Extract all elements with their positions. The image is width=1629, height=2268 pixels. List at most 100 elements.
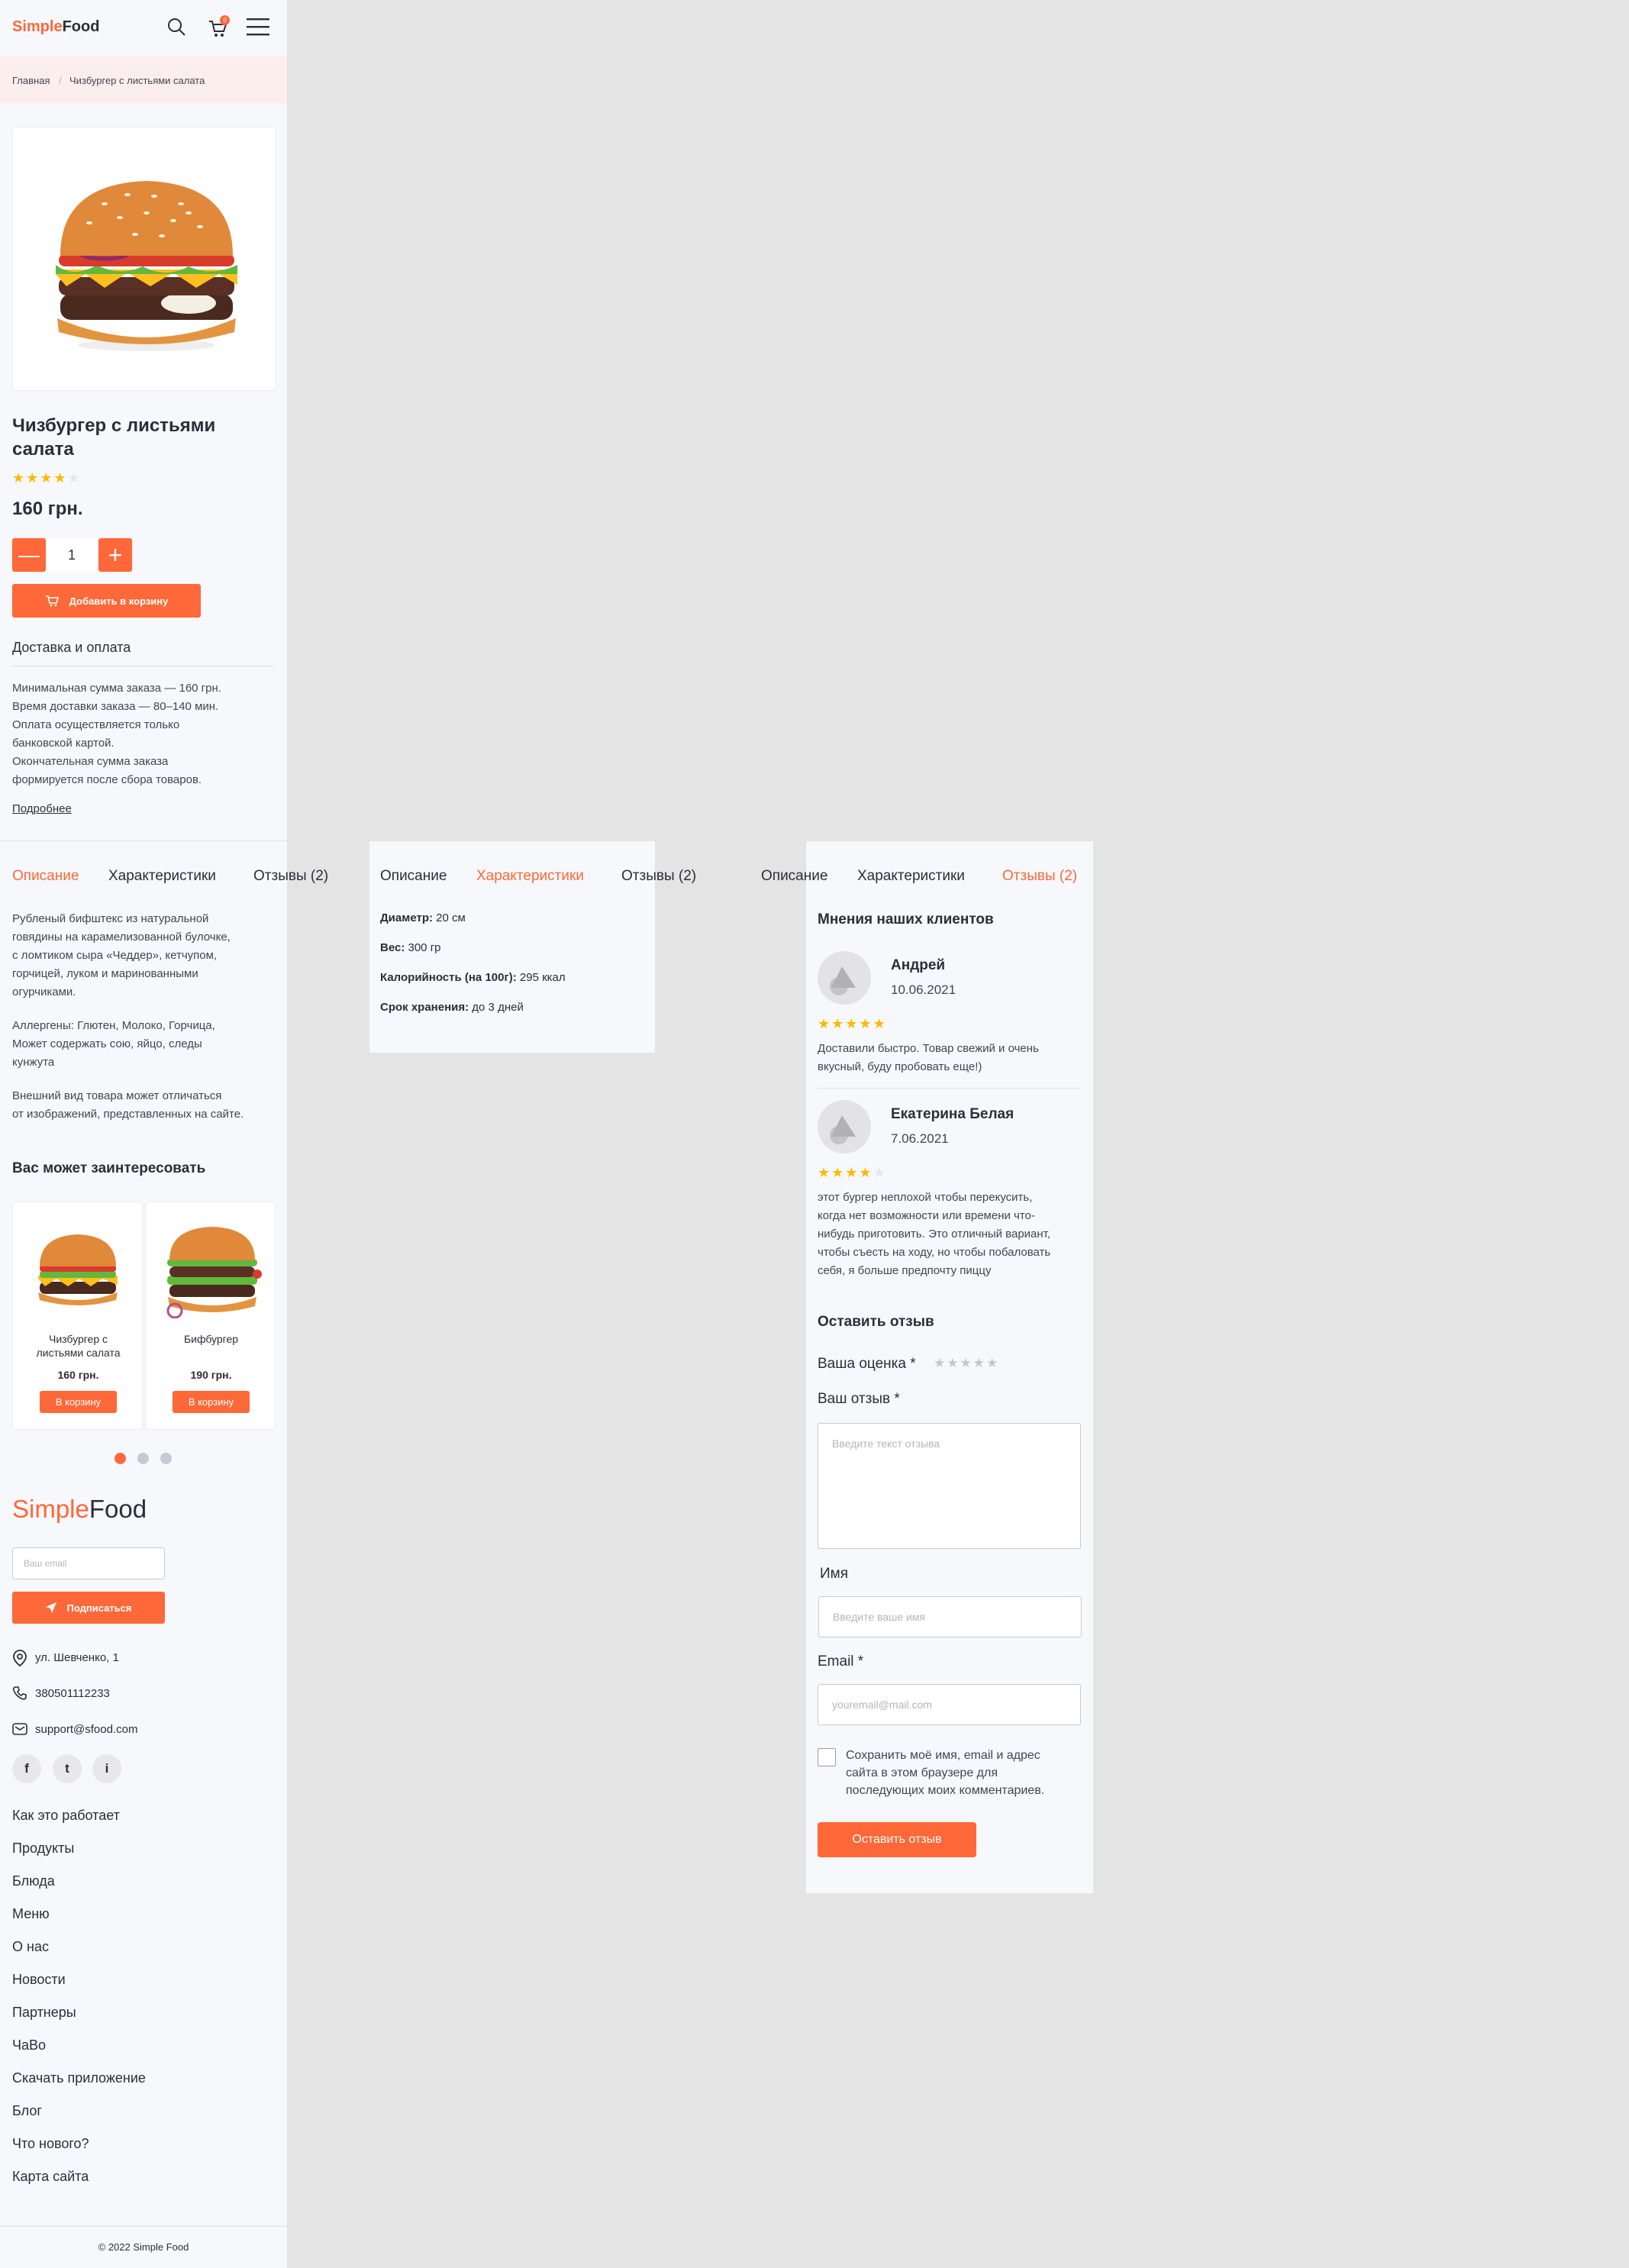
carousel-dot[interactable] — [137, 1453, 149, 1464]
footer-menu-item[interactable]: Продукты — [12, 1841, 74, 1857]
star-empty-icon[interactable]: ★ — [947, 1357, 958, 1370]
footer-menu-item[interactable]: Как это работает — [12, 1808, 120, 1824]
product-page-mobile: SimpleFood 0 Главная / Чизбургер с листь… — [0, 0, 328, 2268]
avatar-placeholder-icon — [830, 966, 856, 995]
review-textarea[interactable]: Введите текст отзыва — [818, 1423, 1081, 1549]
star-empty-icon[interactable]: ★ — [986, 1357, 998, 1370]
name-input[interactable]: Введите ваше имя — [818, 1596, 1082, 1637]
star-empty-icon[interactable]: ★ — [960, 1357, 972, 1370]
quantity-input[interactable]: 1 — [46, 538, 98, 572]
description-line: Аллергены: Глютен, Молоко, Горчица, — [12, 1019, 215, 1032]
related-heading: Вас может заинтересовать — [12, 1160, 206, 1176]
star-empty-icon: ★ — [67, 470, 80, 486]
review-date: 7.06.2021 — [891, 1131, 949, 1146]
delivery-more-link[interactable]: Подробнее — [12, 802, 72, 815]
quantity-decrease-button[interactable]: — — [12, 538, 46, 572]
characteristic-label: Калорийность (на 100г): — [380, 971, 517, 984]
divider — [0, 840, 287, 841]
rating-picker[interactable]: ★ ★ ★ ★ ★ — [934, 1357, 999, 1371]
footer-menu-item[interactable]: Что нового? — [12, 2136, 89, 2152]
tab-reviews[interactable]: Отзывы (2) — [1002, 868, 1077, 885]
delivery-text-line: Минимальная сумма заказа — 160 грн. — [12, 682, 221, 695]
star-filled-icon: ★ — [845, 1165, 858, 1180]
product-title-line-2: салата — [12, 439, 74, 460]
characteristic-row: Срок хранения: до 3 дней — [380, 1001, 566, 1017]
characteristic-value: 20 см — [433, 911, 466, 924]
subscribe-label: Подписаться — [66, 1602, 132, 1614]
email-input[interactable]: youremail@mail.com — [818, 1684, 1081, 1725]
newsletter-email-input[interactable]: Ваш email — [12, 1547, 165, 1579]
breadcrumb-home[interactable]: Главная — [12, 75, 50, 86]
footer-menu-item[interactable]: ЧаВо — [12, 2037, 46, 2053]
review-label: Ваш отзыв * — [818, 1391, 900, 1407]
description-line: с ломтиком сыра «Чеддер», кетчупом, — [12, 949, 218, 962]
characteristic-value: до 3 дней — [469, 1001, 524, 1014]
name-label: Имя — [820, 1566, 849, 1582]
tab-characteristics[interactable]: Характеристики — [857, 868, 965, 885]
characteristic-label: Диаметр: — [380, 911, 433, 924]
review-text-line: Доставили быстро. Товар свежий и очень — [818, 1042, 1039, 1055]
characteristic-row: Калорийность (на 100г): 295 ккал — [380, 971, 566, 987]
reviews-tab-panel: Описание Характеристики Отзывы (2) Мнени… — [761, 841, 1093, 1893]
characteristics-list: Диаметр: 20 см Вес: 300 гр Калорийность (н… — [380, 911, 566, 1031]
breadcrumb: Главная / Чизбургер с листьями салата — [0, 56, 287, 104]
footer-menu-item[interactable]: Скачать приложение — [12, 2070, 146, 2086]
instagram-icon[interactable]: i — [92, 1754, 121, 1783]
characteristic-row: Диаметр: 20 см — [380, 911, 566, 928]
submit-review-button[interactable]: Оставить отзыв — [818, 1822, 976, 1857]
tab-reviews[interactable]: Отзывы (2) — [253, 868, 328, 885]
footer-menu-item[interactable]: Новости — [12, 1972, 66, 1988]
facebook-icon[interactable]: f — [12, 1754, 41, 1783]
related-card[interactable]: Чизбургер с листьями салата 160 грн. В к… — [12, 1202, 143, 1430]
tab-description[interactable]: Описание — [12, 868, 79, 885]
product-rating: ★ ★ ★ ★ ★ — [12, 471, 82, 486]
related-add-to-cart-button[interactable]: В корзину — [40, 1391, 117, 1413]
avatar-placeholder-icon — [830, 1115, 856, 1144]
tab-description[interactable]: Описание — [761, 868, 827, 885]
footer-logo[interactable]: SimpleFood — [12, 1495, 147, 1524]
tab-characteristics[interactable]: Характеристики — [476, 868, 584, 885]
carousel-dot[interactable] — [160, 1453, 172, 1464]
footer-email[interactable]: support@sfood.com — [35, 1723, 137, 1736]
related-item-price: 190 грн. — [190, 1369, 232, 1381]
quantity-increase-button[interactable]: + — [98, 538, 132, 572]
footer-menu-item[interactable]: Блюда — [12, 1873, 55, 1889]
delivery-text-line: Время доставки заказа — 80–140 мин. — [12, 700, 219, 713]
footer-menu-item[interactable]: О нас — [12, 1939, 49, 1955]
related-card[interactable]: Бифбургер 190 грн. В корзину — [145, 1202, 276, 1430]
twitter-icon[interactable]: t — [53, 1754, 82, 1783]
logo-part-food: Food — [62, 18, 100, 35]
footer-menu-item[interactable]: Карта сайта — [12, 2169, 89, 2185]
add-to-cart-button[interactable]: Добавить в корзину — [12, 584, 201, 618]
footer-menu-item[interactable]: Меню — [12, 1906, 50, 1922]
footer-phone[interactable]: 380501112233 — [35, 1687, 110, 1700]
product-price: 160 грн. — [12, 498, 83, 519]
cart-button[interactable]: 0 — [208, 15, 234, 38]
product-title-line-1: Чизбургер с листьями — [12, 415, 216, 436]
characteristic-value: 300 гр — [405, 941, 441, 954]
avatar — [818, 1100, 871, 1153]
subscribe-button[interactable]: Подписаться — [12, 1592, 165, 1624]
review-text-line: нибудь приготовить. Это отличный вариант… — [818, 1228, 1051, 1240]
description-line: Может содержать сою, яйцо, следы — [12, 1037, 202, 1050]
tab-reviews[interactable]: Отзывы (2) — [621, 868, 696, 885]
review-rating: ★ ★ ★ ★ ★ — [818, 1166, 887, 1181]
location-icon — [13, 1650, 27, 1666]
tab-description[interactable]: Описание — [380, 868, 447, 885]
star-empty-icon[interactable]: ★ — [973, 1357, 985, 1370]
star-filled-icon: ★ — [845, 1016, 858, 1031]
footer-menu-item[interactable]: Партнеры — [12, 2005, 76, 2021]
footer-menu-item[interactable]: Блог — [12, 2103, 42, 2119]
cart-icon — [45, 595, 59, 607]
carousel-dot-active[interactable] — [115, 1453, 126, 1464]
star-empty-icon[interactable]: ★ — [934, 1357, 945, 1370]
related-add-to-cart-button[interactable]: В корзину — [173, 1391, 250, 1413]
search-icon[interactable] — [166, 17, 186, 37]
characteristic-row: Вес: 300 гр — [380, 941, 566, 957]
save-info-checkbox[interactable] — [818, 1748, 836, 1766]
divider — [0, 2226, 287, 2227]
hamburger-menu-icon[interactable] — [247, 17, 271, 37]
star-filled-icon: ★ — [873, 1016, 885, 1031]
site-logo[interactable]: SimpleFood — [12, 18, 99, 36]
tab-characteristics[interactable]: Характеристики — [108, 868, 216, 885]
